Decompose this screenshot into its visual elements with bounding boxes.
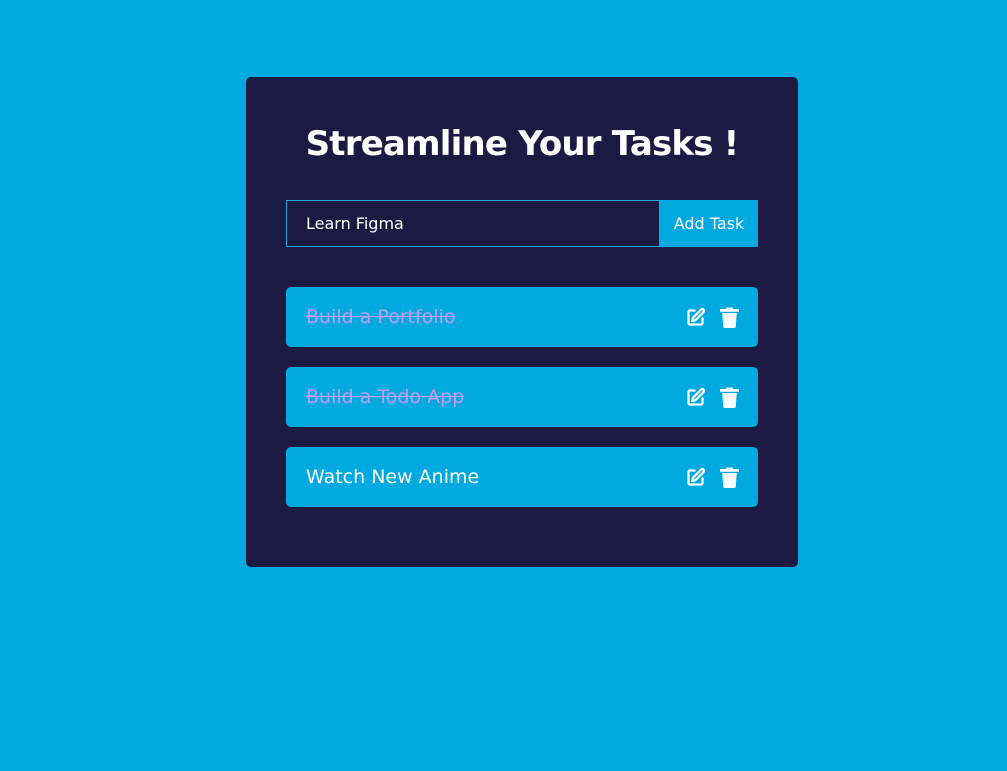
task-text[interactable]: Build a Portfolio <box>306 306 685 328</box>
edit-icon[interactable] <box>685 307 706 328</box>
trash-icon[interactable] <box>719 387 740 408</box>
trash-icon[interactable] <box>719 307 740 328</box>
task-actions <box>685 387 740 408</box>
task-actions <box>685 467 740 488</box>
trash-icon[interactable] <box>719 467 740 488</box>
task-item[interactable]: Watch New Anime <box>286 447 758 507</box>
task-item[interactable]: Build a Todo App <box>286 367 758 427</box>
add-task-form: Add Task <box>286 200 758 247</box>
todo-card: Streamline Your Tasks ! Add Task Build a… <box>246 77 798 567</box>
edit-icon[interactable] <box>685 387 706 408</box>
task-text[interactable]: Build a Todo App <box>306 386 685 408</box>
task-item[interactable]: Build a Portfolio <box>286 287 758 347</box>
task-actions <box>685 307 740 328</box>
task-text[interactable]: Watch New Anime <box>306 466 685 488</box>
task-list: Build a Portfolio Build a Todo App Watch… <box>286 287 758 527</box>
edit-icon[interactable] <box>685 467 706 488</box>
add-task-button[interactable]: Add Task <box>660 200 758 247</box>
page-title: Streamline Your Tasks ! <box>305 124 740 164</box>
task-input[interactable] <box>286 200 660 247</box>
